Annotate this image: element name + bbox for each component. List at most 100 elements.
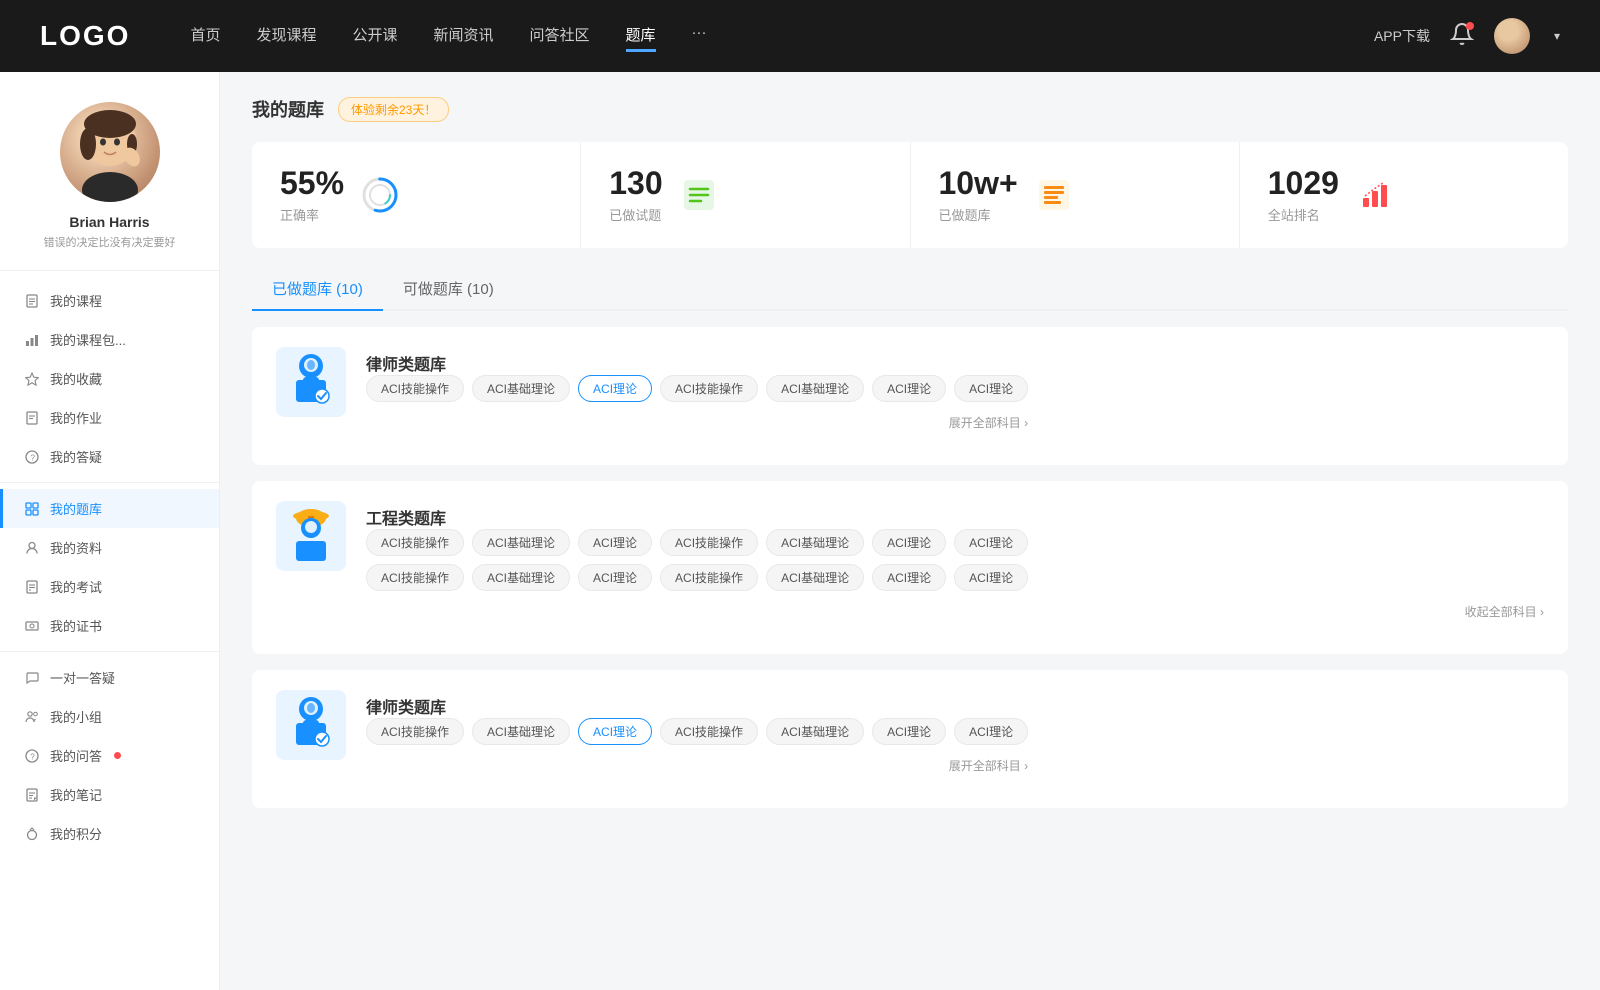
tag-item[interactable]: ACI基础理论 [472,375,570,402]
tag-item[interactable]: ACI技能操作 [660,375,758,402]
qbank-tags-engineer-row1: ACI技能操作 ACI基础理论 ACI理论 ACI技能操作 ACI基础理论 AC… [366,529,1544,556]
expand-link-lawyer-1[interactable]: 展开全部科目 › [366,410,1028,431]
tab-available-banks[interactable]: 可做题库 (10) [383,268,514,311]
expand-link-lawyer-2[interactable]: 展开全部科目 › [366,753,1028,774]
cert-icon [24,618,40,634]
nav-home[interactable]: 首页 [190,20,220,52]
tag-item[interactable]: ACI技能操作 [366,718,464,745]
book-orange-icon [1034,175,1074,215]
tag-item[interactable]: ACI技能操作 [660,529,758,556]
sidebar-item-my-question[interactable]: ? 我的问答 [0,736,219,775]
qbank-title-engineer: 工程类题库 [366,501,1544,529]
sidebar-label-one-on-one: 一对一答疑 [50,668,115,687]
sidebar: Brian Harris 错误的决定比没有决定要好 我的课程 我的课程包... [0,72,220,990]
tag-item[interactable]: ACI理论 [578,529,652,556]
tag-item[interactable]: ACI理论 [954,564,1028,591]
nav-qa[interactable]: 问答社区 [530,20,590,52]
tag-item[interactable]: ACI技能操作 [366,529,464,556]
nav-question-bank[interactable]: 题库 [626,20,656,52]
tag-item[interactable]: ACI理论 [954,718,1028,745]
chat-icon [24,670,40,686]
avatar[interactable] [1494,18,1530,54]
sidebar-item-my-cert[interactable]: 我的证书 [0,606,219,645]
sidebar-label-my-question: 我的问答 [50,746,102,765]
logo[interactable]: LOGO [40,20,130,52]
sidebar-item-my-points[interactable]: 我的积分 [0,814,219,853]
svg-text:?: ? [31,453,36,462]
notification-bell[interactable] [1450,22,1474,51]
chart-icon [24,332,40,348]
question-circle-icon: ? [24,449,40,465]
sidebar-item-my-course-pack[interactable]: 我的课程包... [0,320,219,359]
qmark-icon: ? [24,748,40,764]
tag-item-highlighted[interactable]: ACI理论 [578,375,652,402]
sidebar-item-my-course[interactable]: 我的课程 [0,281,219,320]
stat-done-banks: 10w+ 已做题库 [911,142,1240,248]
app-download-button[interactable]: APP下载 [1374,26,1430,46]
sidebar-item-my-exam[interactable]: 我的考试 [0,567,219,606]
stats-row: 55% 正确率 130 已做试题 [252,142,1568,248]
tag-item[interactable]: ACI基础理论 [766,564,864,591]
avatar-chevron-icon[interactable]: ▾ [1554,29,1560,43]
list-green-icon [679,175,719,215]
tag-item[interactable]: ACI理论 [872,564,946,591]
page-title: 我的题库 [252,96,324,122]
lawyer-svg-2 [286,695,336,755]
sidebar-divider-2 [0,651,219,652]
nav-open-course[interactable]: 公开课 [352,20,397,52]
tag-item[interactable]: ACI基础理论 [472,718,570,745]
sidebar-divider-1 [0,482,219,483]
tag-item[interactable]: ACI基础理论 [766,375,864,402]
note-icon [24,787,40,803]
exam-icon [24,579,40,595]
sidebar-item-my-favorites[interactable]: 我的收藏 [0,359,219,398]
main-content: 我的题库 体验剩余23天！ 55% 正确率 [220,72,1600,990]
nav-news[interactable]: 新闻资讯 [434,20,494,52]
sidebar-item-my-notes[interactable]: 我的笔记 [0,775,219,814]
stat-site-rank-number: 1029 [1268,166,1339,201]
qbank-card-lawyer-2: 律师类题库 ACI技能操作 ACI基础理论 ACI理论 ACI技能操作 ACI基… [252,670,1568,808]
tag-item[interactable]: ACI技能操作 [660,718,758,745]
sidebar-label-my-qa: 我的答疑 [50,447,102,466]
bar-red-icon [1355,175,1395,215]
stat-done-questions-number: 130 [609,166,662,201]
tag-item[interactable]: ACI基础理论 [766,718,864,745]
tag-item[interactable]: ACI理论 [872,718,946,745]
tag-item[interactable]: ACI理论 [954,375,1028,402]
nav-discover[interactable]: 发现课程 [256,20,316,52]
tag-item[interactable]: ACI技能操作 [366,564,464,591]
navbar: LOGO 首页 发现课程 公开课 新闻资讯 问答社区 题库 ··· APP下载 … [0,0,1600,72]
qbank-title-lawyer-2: 律师类题库 [366,690,1028,718]
tag-item-highlighted[interactable]: ACI理论 [578,718,652,745]
sidebar-item-my-homework[interactable]: 我的作业 [0,398,219,437]
sidebar-item-one-on-one[interactable]: 一对一答疑 [0,658,219,697]
tag-item[interactable]: ACI理论 [954,529,1028,556]
tag-item[interactable]: ACI基础理论 [472,564,570,591]
qbank-card-lawyer-1: 律师类题库 ACI技能操作 ACI基础理论 ACI理论 ACI技能操作 ACI基… [252,327,1568,465]
stat-done-questions: 130 已做试题 [581,142,910,248]
sidebar-label-my-question-bank: 我的题库 [50,499,102,518]
tag-item[interactable]: ACI理论 [872,375,946,402]
sidebar-item-my-profile[interactable]: 我的资料 [0,528,219,567]
medal-icon [24,826,40,842]
stat-accuracy-label: 正确率 [280,205,344,224]
tag-item[interactable]: ACI技能操作 [660,564,758,591]
sidebar-item-my-question-bank[interactable]: 我的题库 [0,489,219,528]
nav-links: 首页 发现课程 公开课 新闻资讯 问答社区 题库 ··· [190,20,1374,52]
tab-done-banks[interactable]: 已做题库 (10) [252,268,383,311]
sidebar-item-my-group[interactable]: 我的小组 [0,697,219,736]
collapse-link-engineer[interactable]: 收起全部科目 › [366,599,1544,620]
tag-item[interactable]: ACI技能操作 [366,375,464,402]
tag-item[interactable]: ACI基础理论 [766,529,864,556]
sidebar-label-my-notes: 我的笔记 [50,785,102,804]
group-icon [24,709,40,725]
sidebar-item-my-qa[interactable]: ? 我的答疑 [0,437,219,476]
qbank-lawyer-icon-2 [276,690,346,760]
tag-item[interactable]: ACI理论 [578,564,652,591]
nav-right: APP下载 ▾ [1374,18,1560,54]
tag-item[interactable]: ACI基础理论 [472,529,570,556]
tag-item[interactable]: ACI理论 [872,529,946,556]
sidebar-label-my-cert: 我的证书 [50,616,102,635]
engineer-svg [286,506,336,566]
nav-more[interactable]: ··· [692,20,707,52]
